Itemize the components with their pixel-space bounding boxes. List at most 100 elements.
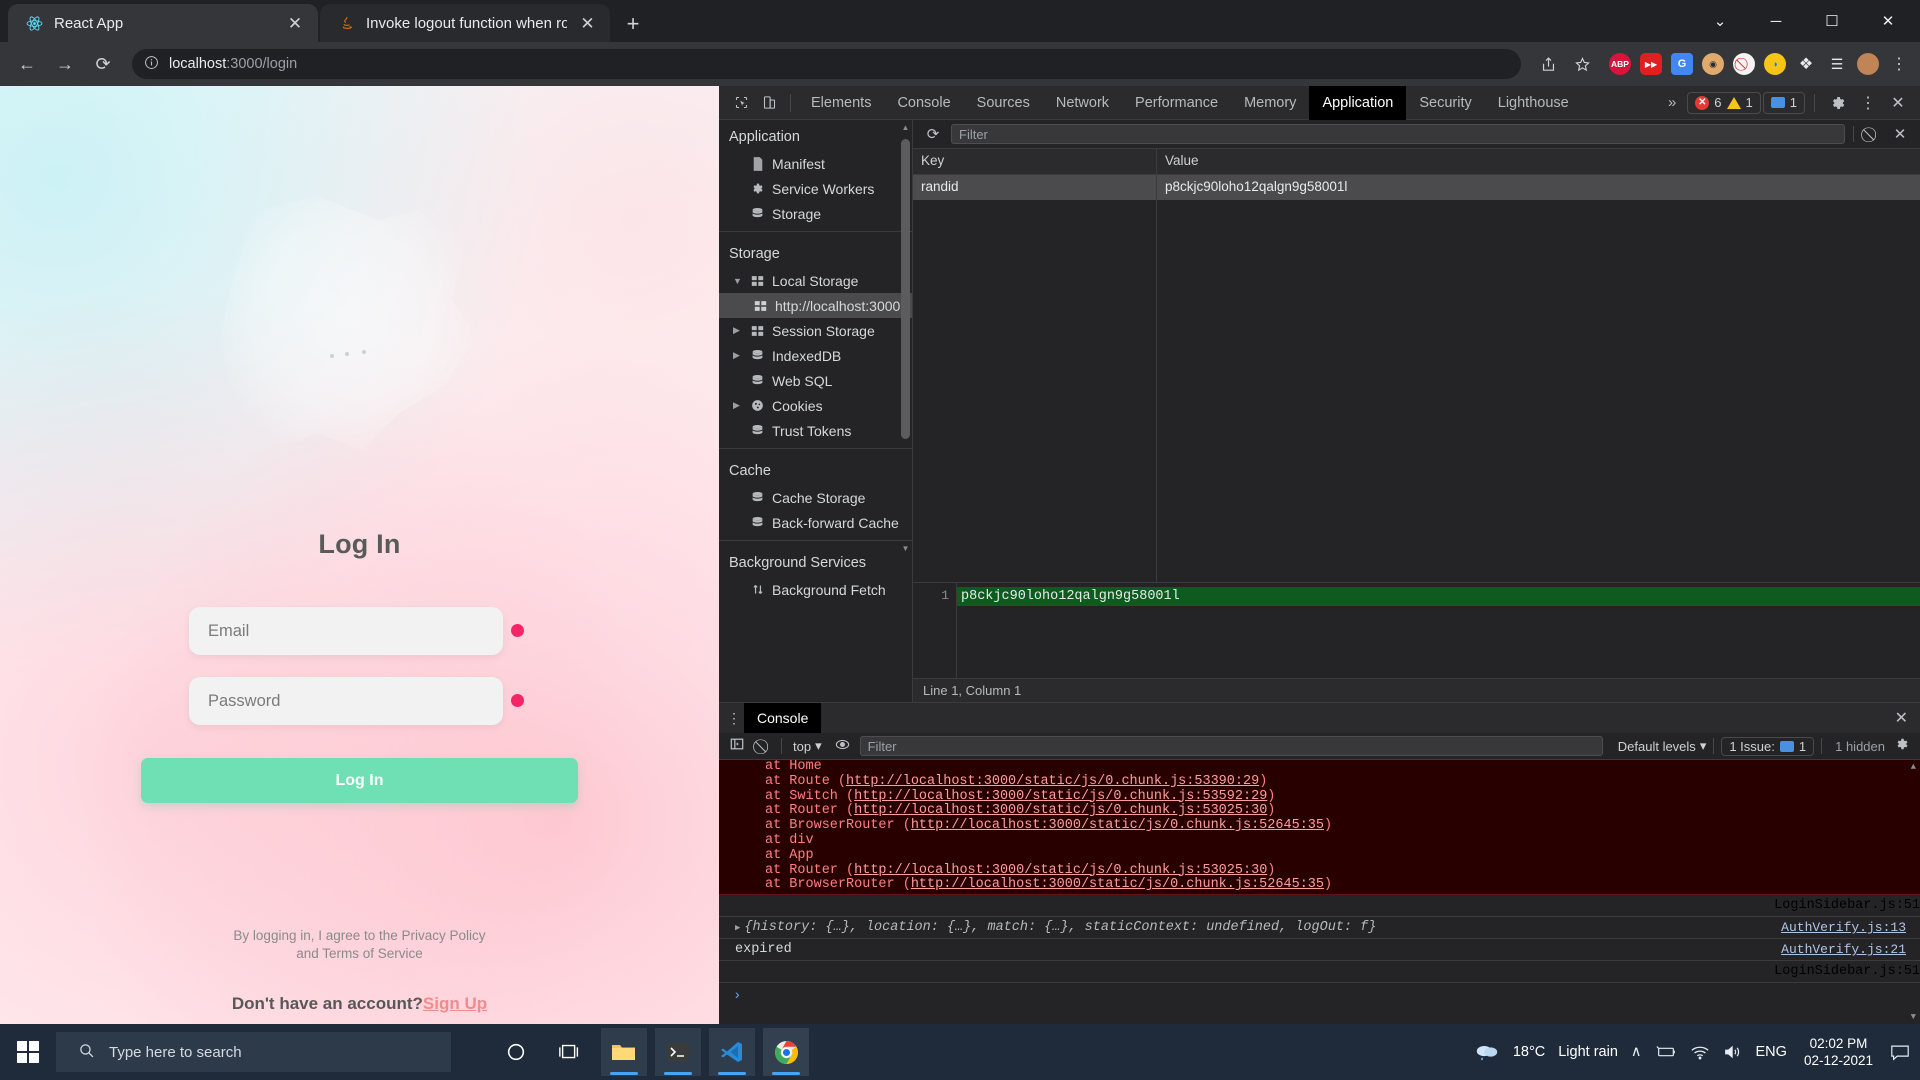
extensions-puzzle-icon[interactable]: ❖ (1795, 53, 1817, 75)
sidebar-item-service-workers[interactable]: Service Workers (719, 176, 912, 201)
sidebar-item-indexeddb[interactable]: ▶ IndexedDB (719, 343, 912, 368)
sidebar-scrollbar[interactable]: ▲ ▼ (901, 123, 910, 553)
chevron-right-icon[interactable]: ▶ (733, 350, 743, 361)
sidebar-item-localhost-3000[interactable]: http://localhost:3000 (719, 293, 912, 318)
sidebar-item-cache-storage[interactable]: Cache Storage (719, 485, 912, 510)
stack-frame-link[interactable]: http://localhost:3000/static/js/0.chunk.… (846, 774, 1259, 789)
adblock-plus-icon[interactable]: ABP (1609, 53, 1631, 75)
source-link[interactable]: AuthVerify.js:13 (1781, 920, 1920, 935)
sidebar-item-session-storage[interactable]: ▶ Session Storage (719, 318, 912, 343)
task-view-icon[interactable] (547, 1028, 593, 1076)
scroll-down-arrow[interactable]: ▼ (1911, 1012, 1916, 1022)
google-translate-icon[interactable]: G (1671, 53, 1693, 75)
stack-frame-link[interactable]: http://localhost:3000/static/js/0.chunk.… (911, 818, 1324, 833)
tab-elements[interactable]: Elements (798, 86, 884, 120)
close-icon[interactable]: ✕ (284, 12, 306, 34)
block-icon[interactable]: ⃠ (1733, 53, 1755, 75)
windows-start-icon[interactable] (0, 1024, 56, 1080)
source-link[interactable]: LoginSidebar.js:51 (1774, 964, 1920, 979)
sidebar-item-storage[interactable]: Storage (719, 201, 912, 226)
browser-tab-react-app[interactable]: React App ✕ (8, 4, 318, 42)
console-message-row[interactable]: expired AuthVerify.js:21 (719, 939, 1920, 962)
console-filter-input[interactable] (859, 736, 1603, 756)
console-sidebar-icon[interactable] (727, 737, 747, 755)
sidebar-item-back-forward-cache[interactable]: Back-forward Cache (719, 510, 912, 535)
gear-icon[interactable] (1892, 737, 1912, 755)
back-button[interactable]: ← (10, 47, 44, 81)
reading-list-icon[interactable]: ☰ (1826, 53, 1848, 75)
share-icon[interactable] (1533, 49, 1563, 79)
tab-memory[interactable]: Memory (1231, 86, 1309, 120)
tab-console[interactable]: Console (884, 86, 963, 120)
password-field[interactable] (189, 677, 503, 725)
tab-lighthouse[interactable]: Lighthouse (1485, 86, 1582, 120)
sidebar-item-web-sql[interactable]: Web SQL (719, 368, 912, 393)
login-button[interactable]: Log In (141, 758, 578, 803)
gear-icon[interactable] (1824, 90, 1852, 116)
column-header-value[interactable]: Value (1157, 149, 1920, 174)
maximize-button[interactable]: ☐ (1804, 0, 1860, 42)
issue-counts-badge[interactable]: ✕ 6 1 (1687, 91, 1761, 114)
cortana-icon[interactable] (493, 1028, 539, 1076)
signup-link[interactable]: Sign Up (423, 994, 487, 1013)
console-prompt[interactable]: › (719, 983, 1920, 1009)
scroll-up-arrow[interactable]: ▲ (901, 123, 910, 132)
video-downloader-icon[interactable]: ▶▶ (1640, 53, 1662, 75)
storage-filter-input[interactable] (951, 124, 1845, 144)
tab-application[interactable]: Application (1309, 86, 1407, 120)
close-icon[interactable]: ✕ (577, 12, 598, 34)
forward-button[interactable]: → (48, 47, 82, 81)
sidebar-item-manifest[interactable]: Manifest (719, 151, 912, 176)
column-header-key[interactable]: Key (913, 149, 1157, 174)
stack-frame-link[interactable]: http://localhost:3000/static/js/0.chunk.… (854, 863, 1267, 878)
tab-performance[interactable]: Performance (1122, 86, 1231, 120)
weather-temperature[interactable]: 18°C (1513, 1044, 1545, 1060)
tab-network[interactable]: Network (1043, 86, 1122, 120)
kebab-menu-icon[interactable]: ⋮ (1854, 90, 1882, 116)
scroll-up-arrow[interactable]: ▲ (1911, 762, 1916, 772)
console-context-selector[interactable]: top ▾ (789, 738, 826, 754)
taskbar-search-box[interactable]: Type here to search (56, 1032, 451, 1072)
device-toolbar-icon[interactable] (755, 90, 783, 116)
table-row[interactable]: randid p8ckjc90loho12qalgn9g58001l (913, 175, 1920, 200)
sidebar-item-trust-tokens[interactable]: Trust Tokens (719, 418, 912, 443)
tab-security[interactable]: Security (1406, 86, 1484, 120)
clear-console-icon[interactable]: ⃠ (754, 738, 774, 755)
chrome-icon[interactable] (763, 1028, 809, 1076)
preview-code-area[interactable]: p8ckjc90loho12qalgn9g58001l (957, 583, 1920, 678)
scroll-down-arrow[interactable]: ▼ (901, 544, 910, 553)
wifi-icon[interactable] (1690, 1045, 1710, 1060)
console-message-row[interactable]: LoginSidebar.js:51 (719, 961, 1920, 984)
close-window-button[interactable]: ✕ (1860, 0, 1916, 42)
language-indicator[interactable]: ENG (1756, 1044, 1787, 1060)
chevron-up-icon[interactable]: ∧ (1631, 1044, 1642, 1060)
tab-sources[interactable]: Sources (964, 86, 1043, 120)
refresh-icon[interactable]: ⟳ (923, 125, 943, 143)
chevron-down-icon[interactable]: ▼ (733, 276, 743, 286)
browser-tab-stackoverflow[interactable]: Invoke logout function when rou ✕ (320, 4, 610, 42)
stack-frame-link[interactable]: http://localhost:3000/static/js/0.chunk.… (911, 877, 1324, 892)
address-bar[interactable]: localhost:3000/login (132, 49, 1521, 79)
file-explorer-icon[interactable] (601, 1028, 647, 1076)
clear-all-icon[interactable]: ⃠ (1862, 126, 1882, 143)
sidebar-item-cookies[interactable]: ▶ Cookies (719, 393, 912, 418)
message-count-badge[interactable]: 1 (1762, 91, 1805, 114)
chevron-right-icon[interactable]: ▶ (733, 400, 743, 411)
sidebar-item-background-fetch[interactable]: Background Fetch (719, 577, 912, 602)
console-log-levels-selector[interactable]: Default levels ▾ (1610, 738, 1707, 754)
notification-icon[interactable] (1890, 1044, 1910, 1061)
issues-badge[interactable]: 1 Issue: 1 (1721, 736, 1815, 756)
close-devtools-icon[interactable]: ✕ (1884, 90, 1912, 116)
minimize-button[interactable]: ─ (1748, 0, 1804, 42)
console-message-row[interactable]: LoginSidebar.js:51 (719, 895, 1920, 918)
tab-search-dropdown-icon[interactable]: ⌄ (1692, 0, 1748, 42)
battery-icon[interactable] (1655, 1045, 1677, 1059)
delete-selected-icon[interactable]: ✕ (1890, 125, 1910, 143)
weather-condition[interactable]: Light rain (1558, 1044, 1618, 1060)
expand-arrow-icon[interactable]: ▶ (735, 923, 740, 933)
source-link[interactable]: AuthVerify.js:21 (1781, 942, 1920, 957)
more-panels-icon[interactable]: » (1659, 94, 1685, 111)
tab-console[interactable]: Console (744, 703, 822, 733)
email-field[interactable] (189, 607, 503, 655)
chevron-right-icon[interactable]: ▶ (733, 325, 743, 336)
